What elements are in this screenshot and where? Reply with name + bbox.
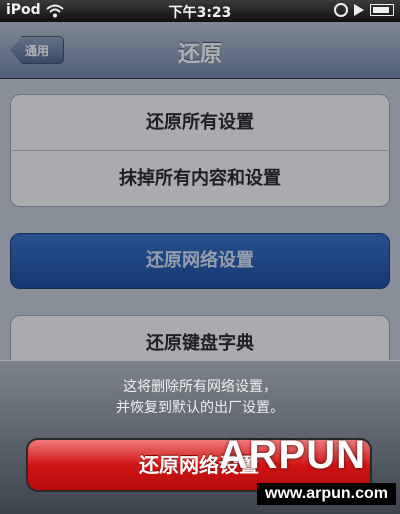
orientation-lock-icon	[334, 3, 348, 17]
action-sheet-message: 这将删除所有网络设置， 并恢复到默认的出厂设置。	[0, 377, 400, 419]
play-icon	[354, 4, 364, 16]
battery-icon	[370, 4, 394, 16]
message-line-2: 并恢复到默认的出厂设置。	[116, 400, 284, 416]
watermark-url: www.arpun.com	[257, 483, 396, 505]
status-bar: iPod 下午3:23	[0, 0, 400, 22]
watermark: ARPUN www.arpun.com	[200, 433, 396, 513]
watermark-logo: ARPUN	[218, 433, 366, 477]
message-line-1: 这将删除所有网络设置，	[123, 379, 277, 395]
